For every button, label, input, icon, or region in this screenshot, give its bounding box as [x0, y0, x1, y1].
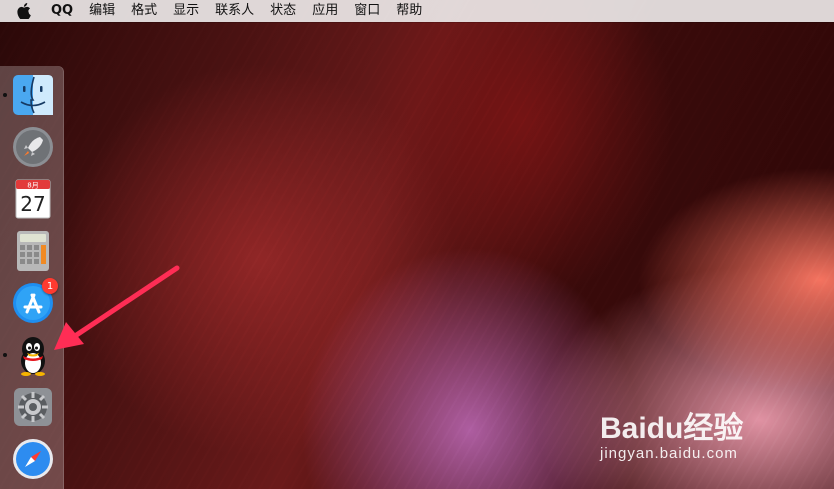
finder-icon[interactable] [12, 74, 54, 116]
menu-apps[interactable]: 应用 [304, 0, 346, 22]
menu-status[interactable]: 状态 [262, 0, 304, 22]
menu-edit[interactable]: 编辑 [81, 0, 123, 22]
system-preferences-icon[interactable] [12, 386, 54, 428]
watermark-brand: Baidu经验 [600, 412, 744, 445]
calendar-day: 27 [20, 192, 45, 216]
menu-window[interactable]: 窗口 [346, 0, 388, 22]
finder-running-indicator [3, 93, 7, 97]
annotation-arrow-icon [54, 265, 180, 350]
menu-bar: QQ 编辑 格式 显示 联系人 状态 应用 窗口 帮助 [0, 0, 834, 22]
menu-format[interactable]: 格式 [123, 0, 165, 22]
desktop: QQ 编辑 格式 显示 联系人 状态 应用 窗口 帮助 8月 27 1 Baid… [0, 0, 834, 489]
menu-app-name[interactable]: QQ [43, 0, 81, 22]
safari-icon[interactable] [12, 438, 54, 480]
calendar-month: 8月 [27, 182, 38, 190]
apple-menu-icon[interactable] [16, 3, 32, 19]
menu-view[interactable]: 显示 [165, 0, 207, 22]
baidu-watermark: Baidu经验 jingyan.baidu.com [600, 403, 800, 473]
qq-running-indicator [3, 353, 7, 357]
watermark-url: jingyan.baidu.com [600, 445, 738, 462]
calendar-icon[interactable]: 8月 27 [12, 178, 54, 220]
menu-contacts[interactable]: 联系人 [207, 0, 262, 22]
menu-help[interactable]: 帮助 [388, 0, 430, 22]
launchpad-icon[interactable] [12, 126, 54, 168]
